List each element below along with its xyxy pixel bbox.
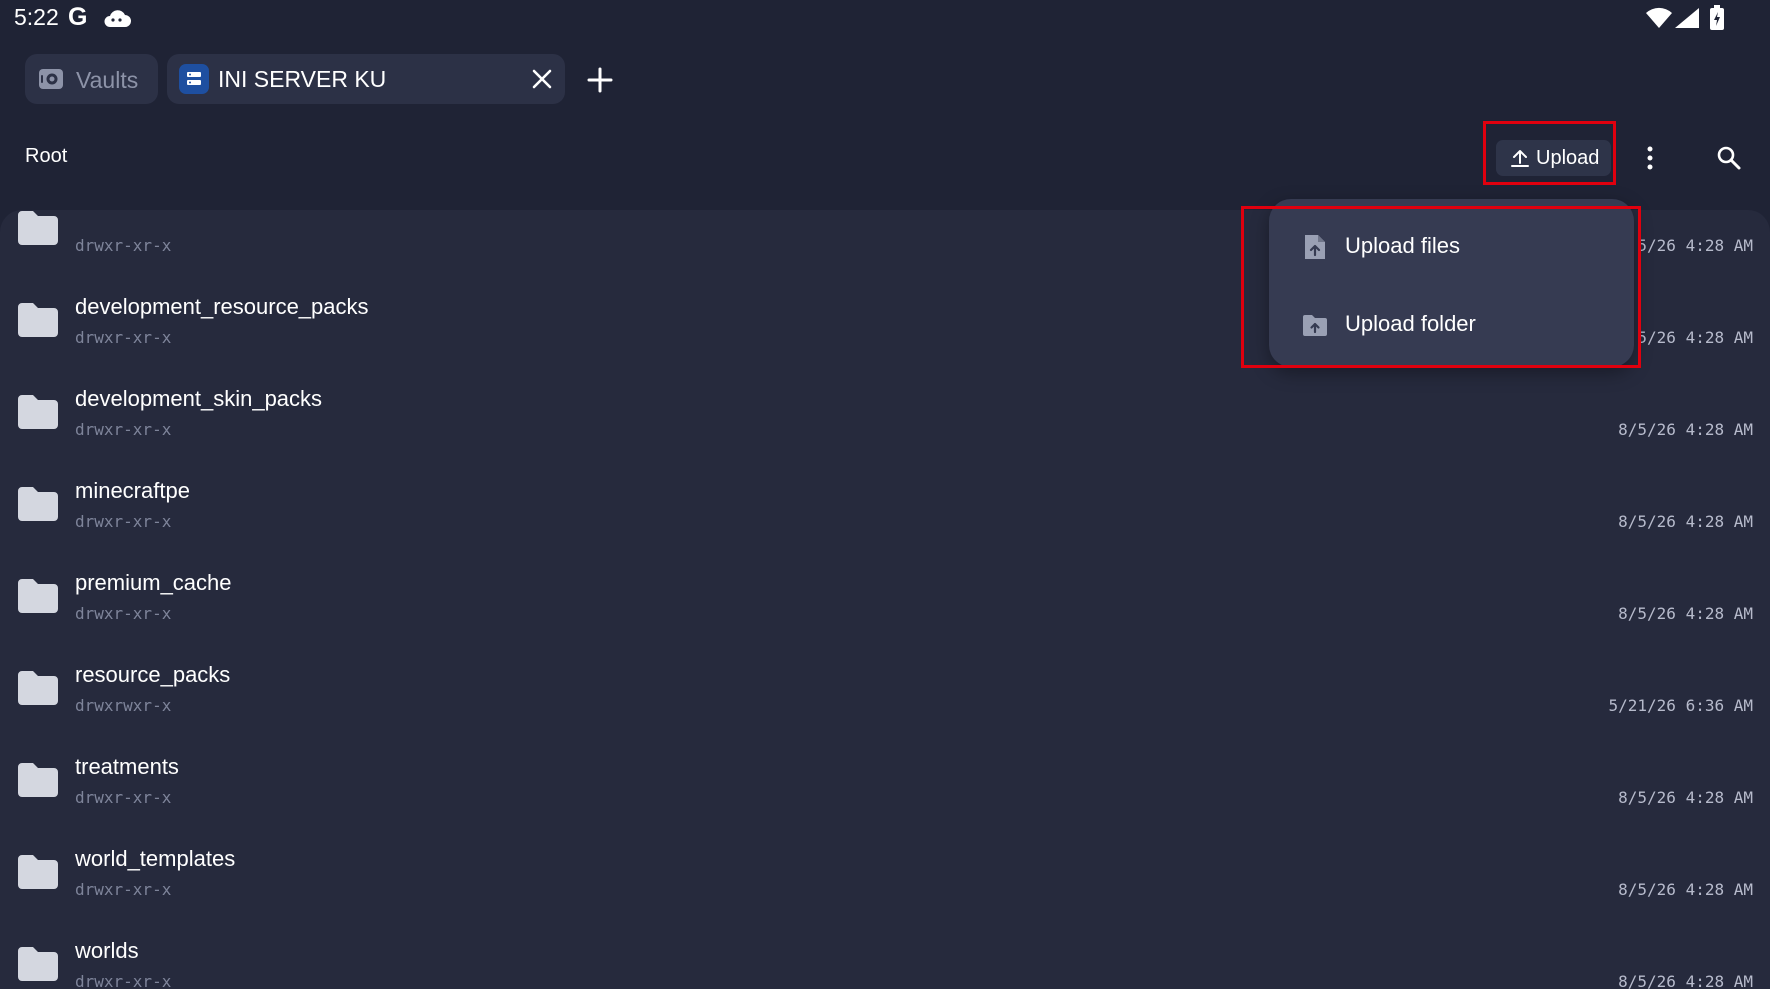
file-date: 8/5/26 4:28 AM <box>1618 880 1753 899</box>
file-name: development_skin_packs <box>75 386 323 411</box>
tab-server[interactable]: INI SERVER KU <box>167 54 565 104</box>
folder-icon <box>18 303 58 337</box>
status-time: 5:22 <box>14 4 59 30</box>
wifi-icon <box>1646 7 1672 28</box>
tab-vaults[interactable]: Vaults <box>25 54 158 104</box>
folder-icon <box>18 395 58 429</box>
file-name: resource_packs <box>75 662 231 687</box>
app-root: 5:22 G Vaults INI SERVER KU Root Upload … <box>0 0 1770 989</box>
folder-icon <box>18 855 58 889</box>
file-name: treatments <box>75 754 179 779</box>
list-item[interactable]: development_skin_packs drwxr-xr-x 8/5/26… <box>0 368 1770 460</box>
file-date: 5/26 4:28 AM <box>1637 236 1753 255</box>
file-name: world_templates <box>75 846 236 871</box>
file-date: 8/5/26 4:28 AM <box>1618 788 1753 807</box>
list-item[interactable]: minecraftpe drwxr-xr-x 8/5/26 4:28 AM <box>0 460 1770 552</box>
file-date: 8/5/26 4:28 AM <box>1618 604 1753 623</box>
list-item[interactable]: worlds drwxr-xr-x 8/5/26 4:28 AM <box>0 920 1770 989</box>
file-permissions: drwxr-xr-x <box>75 880 172 899</box>
folder-icon <box>18 579 58 613</box>
battery-icon <box>1710 5 1724 30</box>
server-icon <box>179 64 209 94</box>
highlight-box-upload <box>1483 121 1616 185</box>
tab-server-label: INI SERVER KU <box>218 66 387 92</box>
add-tab-icon[interactable] <box>584 64 616 96</box>
file-permissions: drwxr-xr-x <box>75 788 172 807</box>
file-permissions: drwxr-xr-x <box>75 420 172 439</box>
file-name: worlds <box>75 938 139 963</box>
highlight-box-menu <box>1241 206 1641 368</box>
folder-icon <box>18 671 58 705</box>
search-icon[interactable] <box>1715 143 1743 173</box>
status-bar: 5:22 G <box>0 0 1770 38</box>
file-name: development_resource_packs <box>75 294 369 319</box>
file-name: premium_cache <box>75 570 232 595</box>
file-date: 8/5/26 4:28 AM <box>1618 972 1753 989</box>
list-item[interactable]: resource_packs drwxrwxr-x 5/21/26 6:36 A… <box>0 644 1770 736</box>
file-date: 8/5/26 4:28 AM <box>1618 420 1753 439</box>
file-date: 8/5/26 4:28 AM <box>1618 512 1753 531</box>
file-permissions: drwxr-xr-x <box>75 604 172 623</box>
tab-vaults-label: Vaults <box>76 67 139 93</box>
folder-icon <box>18 763 58 797</box>
file-permissions: drwxr-xr-x <box>75 512 172 531</box>
vault-icon <box>39 69 63 89</box>
file-permissions: drwxr-xr-x <box>75 236 172 255</box>
more-options-icon[interactable] <box>1636 142 1664 174</box>
file-permissions: drwxrwxr-x <box>75 696 172 715</box>
folder-icon <box>18 947 58 981</box>
folder-icon <box>18 211 58 245</box>
signal-icon <box>1675 8 1699 28</box>
close-icon[interactable] <box>529 66 555 92</box>
list-item[interactable]: premium_cache drwxr-xr-x 8/5/26 4:28 AM <box>0 552 1770 644</box>
breadcrumb[interactable]: Root <box>25 145 67 168</box>
file-date: 5/26 4:28 AM <box>1637 328 1753 347</box>
folder-icon <box>18 487 58 521</box>
file-permissions: drwxr-xr-x <box>75 972 172 989</box>
file-date: 5/21/26 6:36 AM <box>1608 696 1754 715</box>
google-icon: G <box>68 3 88 31</box>
file-permissions: drwxr-xr-x <box>75 328 172 347</box>
list-item[interactable]: world_templates drwxr-xr-x 8/5/26 4:28 A… <box>0 828 1770 920</box>
list-item[interactable]: treatments drwxr-xr-x 8/5/26 4:28 AM <box>0 736 1770 828</box>
file-name: minecraftpe <box>75 478 190 503</box>
cloud-icon <box>104 10 131 27</box>
